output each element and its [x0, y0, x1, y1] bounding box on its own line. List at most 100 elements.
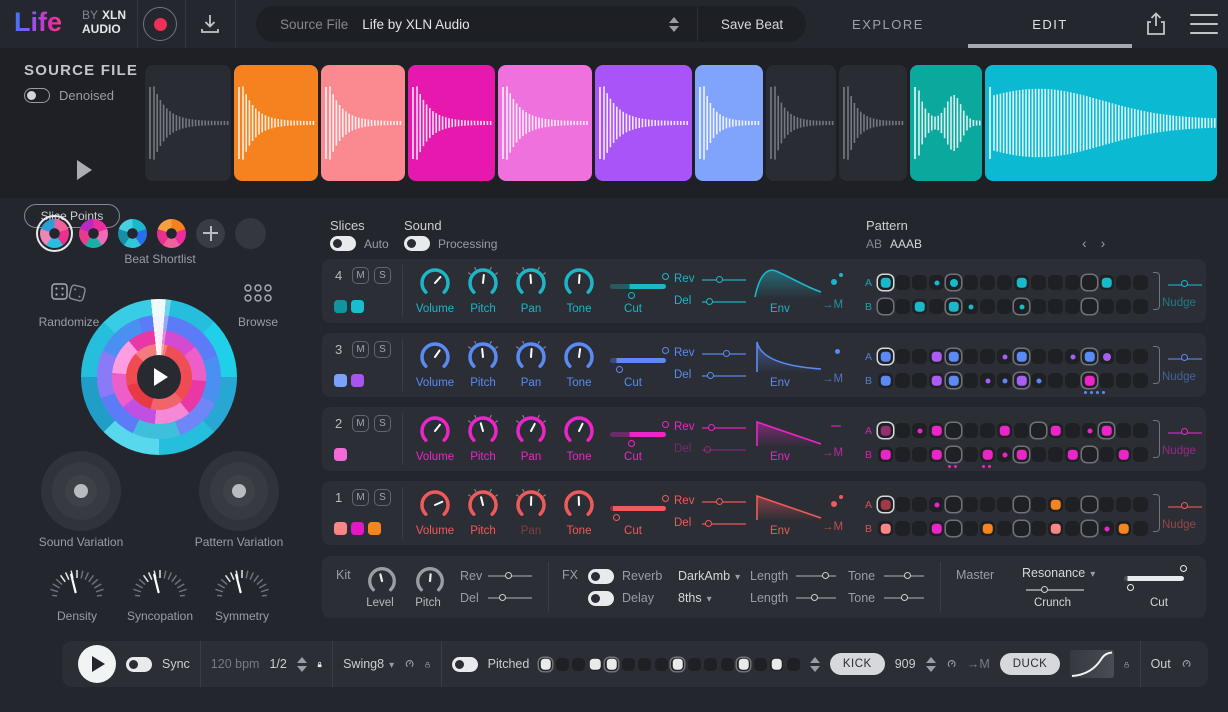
step-cell[interactable] [1031, 423, 1046, 438]
step-cell[interactable] [1014, 521, 1029, 536]
waveform-slice-10[interactable] [910, 65, 982, 181]
nudge-handle[interactable] [1181, 280, 1188, 287]
step-cell[interactable] [671, 658, 684, 671]
step-cell[interactable] [946, 423, 961, 438]
step-cell[interactable] [997, 521, 1012, 536]
del-send-handle[interactable] [705, 520, 712, 527]
step-cell[interactable] [980, 521, 995, 536]
step-cell[interactable] [1031, 275, 1046, 290]
step-cell[interactable] [787, 658, 800, 671]
volume-knob[interactable] [415, 264, 455, 302]
sync-toggle[interactable] [126, 657, 152, 672]
step-cell[interactable] [997, 275, 1012, 290]
waveform-slice-8[interactable] [766, 65, 836, 181]
record-button[interactable] [143, 7, 177, 41]
step-cell[interactable] [1133, 521, 1148, 536]
swing-knob[interactable] [404, 649, 415, 679]
volume-knob[interactable] [415, 412, 455, 450]
wheel-play-button[interactable] [137, 355, 181, 399]
waveform-slice-1[interactable] [145, 65, 231, 181]
volume-knob[interactable] [415, 338, 455, 376]
step-cell[interactable] [737, 658, 750, 671]
shortlist-beat-3[interactable] [118, 219, 147, 248]
step-cell[interactable] [1031, 497, 1046, 512]
solo-button[interactable]: S [374, 341, 391, 358]
step-cell[interactable] [946, 349, 961, 364]
shortlist-empty-slot[interactable] [235, 218, 266, 249]
rate-value[interactable]: 1/2 [269, 657, 286, 671]
cut-slider[interactable] [610, 506, 666, 511]
env-display[interactable] [752, 487, 824, 528]
pitch-knob[interactable] [463, 264, 503, 302]
step-cell[interactable] [929, 497, 944, 512]
del-send-slider[interactable] [702, 449, 746, 451]
waveform-slice-7[interactable] [695, 65, 763, 181]
duck-button[interactable]: DUCK [1000, 653, 1061, 675]
step-cell[interactable] [895, 423, 910, 438]
rev-send-slider[interactable] [702, 427, 746, 429]
step-cell[interactable] [1099, 521, 1114, 536]
delay-rate-select[interactable]: 8ths▾ [678, 591, 712, 605]
transport-play-button[interactable] [78, 645, 116, 683]
nudge-handle[interactable] [1181, 502, 1188, 509]
step-cell[interactable] [622, 658, 635, 671]
step-cell[interactable] [1133, 497, 1148, 512]
step-cell[interactable] [878, 423, 893, 438]
kit-del-slider-handle[interactable] [499, 594, 506, 601]
kick-button[interactable]: KICK [830, 653, 885, 675]
step-cell[interactable] [1031, 521, 1046, 536]
fx-length-slider-2[interactable] [796, 597, 836, 599]
preview-play-button[interactable] [62, 160, 78, 180]
step-cell[interactable] [1116, 497, 1131, 512]
env-display[interactable] [752, 265, 824, 306]
step-cell[interactable] [997, 349, 1012, 364]
step-cell[interactable] [1082, 521, 1097, 536]
step-cell[interactable] [1116, 447, 1131, 462]
mute-button[interactable]: M [352, 415, 369, 432]
step-cell[interactable] [912, 423, 927, 438]
syncopation-dial[interactable]: Syncopation [124, 560, 196, 623]
step-cell[interactable] [929, 275, 944, 290]
step-cell[interactable] [1065, 447, 1080, 462]
step-cell[interactable] [946, 299, 961, 314]
step-cell[interactable] [980, 349, 995, 364]
step-cell[interactable] [1014, 373, 1029, 388]
step-cell[interactable] [895, 521, 910, 536]
step-cell[interactable] [963, 497, 978, 512]
step-cell[interactable] [1048, 373, 1063, 388]
auto-slices-toggle[interactable] [330, 236, 356, 251]
step-cell[interactable] [997, 299, 1012, 314]
step-cell[interactable] [929, 373, 944, 388]
step-cell[interactable] [1014, 349, 1029, 364]
pan-knob[interactable] [511, 412, 551, 450]
step-cell[interactable] [1065, 373, 1080, 388]
step-cell[interactable] [1014, 497, 1029, 512]
step-cell[interactable] [1031, 373, 1046, 388]
cut-handle-low[interactable] [628, 440, 635, 447]
pitched-toggle[interactable] [452, 657, 478, 672]
env-display[interactable] [752, 413, 824, 454]
step-cell[interactable] [895, 373, 910, 388]
rev-send-slider[interactable] [702, 353, 746, 355]
step-cell[interactable] [980, 497, 995, 512]
download-button[interactable] [198, 12, 222, 36]
step-cell[interactable] [1099, 275, 1114, 290]
waveform-slice-4[interactable] [408, 65, 495, 181]
step-cell[interactable] [1065, 275, 1080, 290]
step-cell[interactable] [638, 658, 651, 671]
pitch-knob[interactable] [463, 338, 503, 376]
step-cell[interactable] [912, 521, 927, 536]
waveform-slice-5[interactable] [498, 65, 592, 181]
pan-knob[interactable] [511, 486, 551, 524]
step-cell[interactable] [1116, 373, 1131, 388]
step-cell[interactable] [895, 275, 910, 290]
pan-knob[interactable] [511, 264, 551, 302]
step-cell[interactable] [895, 349, 910, 364]
step-cell[interactable] [704, 658, 717, 671]
reverb-type-select[interactable]: DarkAmb▾ [678, 569, 740, 583]
step-cell[interactable] [1065, 423, 1080, 438]
master-cut-handle-low[interactable] [1127, 584, 1134, 591]
step-cell[interactable] [1014, 447, 1029, 462]
rev-send-slider[interactable] [702, 279, 746, 281]
solo-button[interactable]: S [374, 489, 391, 506]
